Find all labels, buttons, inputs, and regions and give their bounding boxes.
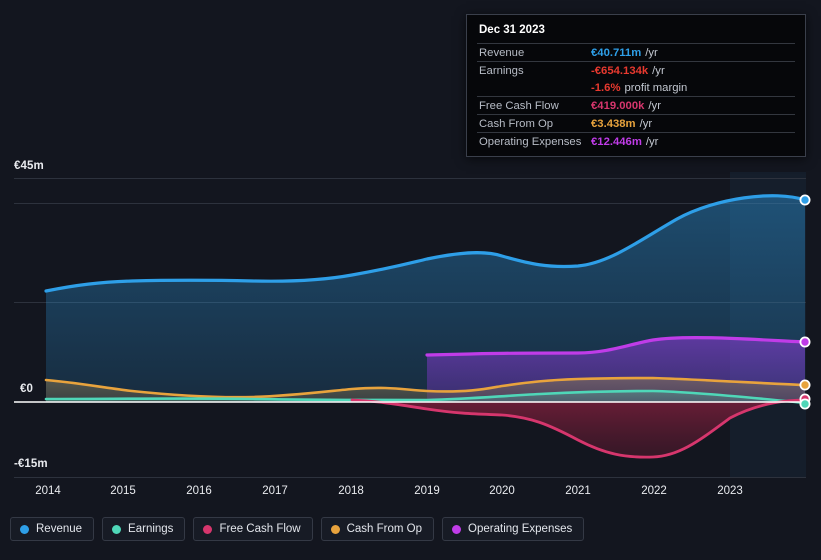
tooltip-label-cash-from-op: Cash From Op (479, 117, 554, 130)
tooltip-unit-profit-margin: profit margin (624, 81, 688, 94)
tooltip-row-revenue: Revenue €40.711m /yr (477, 43, 795, 61)
x-axis-label-2020: 2020 (489, 485, 515, 497)
legend-dot-icon-revenue (20, 524, 29, 534)
legend-item-earnings[interactable]: Earnings (102, 517, 186, 541)
tooltip-label-revenue: Revenue (479, 46, 525, 59)
legend-dot-icon-earnings (112, 524, 122, 534)
tooltip-value-profit-margin: -1.6% (591, 81, 621, 94)
x-axis-label-2018: 2018 (338, 485, 364, 497)
tooltip-unit-free-cash-flow: /yr (648, 99, 661, 112)
tooltip-label-free-cash-flow: Free Cash Flow (479, 99, 559, 112)
x-axis-label-2021: 2021 (565, 485, 591, 497)
legend-item-cash-from-op[interactable]: Cash From Op (320, 517, 435, 541)
legend-label-operating-expenses: Operating Expenses (468, 523, 573, 535)
legend-item-operating-expenses[interactable]: Operating Expenses (442, 517, 585, 541)
legend-dot-icon-operating-expenses (452, 524, 462, 534)
tooltip-unit-operating-expenses: /yr (645, 135, 659, 148)
tooltip-unit-revenue: /yr (645, 46, 658, 59)
tooltip-row-earnings: Earnings -€654.134k /yr (477, 61, 795, 79)
tooltip-unit-earnings: /yr (652, 64, 665, 77)
x-axis-label-2014: 2014 (35, 485, 61, 497)
tooltip-row-free-cash-flow: Free Cash Flow €419.000k /yr (477, 96, 795, 114)
tooltip-label-operating-expenses: Operating Expenses (479, 135, 582, 148)
legend-label-cash-from-op: Cash From Op (346, 523, 423, 535)
legend-dot-icon-cash-from-op (330, 524, 340, 534)
x-axis-label-2015: 2015 (110, 485, 136, 497)
x-axis-label-2022: 2022 (641, 485, 667, 497)
legend-label-revenue: Revenue (36, 523, 83, 535)
chart-screen: €45m €0 -€15m 2014 2015 2016 2017 2018 2… (0, 0, 821, 560)
tooltip-row-operating-expenses: Operating Expenses €12.446m /yr (477, 132, 795, 150)
x-axis-label-2017: 2017 (262, 485, 288, 497)
legend-dot-icon-free-cash-flow (203, 524, 213, 534)
x-axis-label-2023: 2023 (717, 485, 743, 497)
legend-item-free-cash-flow[interactable]: Free Cash Flow (193, 517, 313, 541)
tooltip-value-free-cash-flow: €419.000k (591, 99, 645, 112)
tooltip-value-revenue: €40.711m (591, 46, 642, 59)
tooltip-date: Dec 31 2023 (479, 24, 545, 36)
legend-label-earnings: Earnings (128, 523, 174, 535)
tooltip-row-profit-margin: -1.6% profit margin (477, 79, 795, 96)
chart-legend: Revenue Earnings Free Cash Flow Cash Fro… (10, 517, 585, 541)
legend-item-revenue[interactable]: Revenue (10, 517, 95, 541)
y-axis-label-top: €45m (14, 160, 44, 172)
legend-label-free-cash-flow: Free Cash Flow (219, 523, 301, 535)
y-axis-label-bottom: -€15m (14, 458, 48, 470)
x-axis-label-2016: 2016 (186, 485, 212, 497)
tooltip-label-earnings: Earnings (479, 64, 524, 77)
tooltip-value-cash-from-op: €3.438m (591, 117, 636, 130)
y-axis-label-zero: €0 (20, 383, 33, 395)
x-axis-label-2019: 2019 (414, 485, 440, 497)
tooltip-unit-cash-from-op: /yr (639, 117, 653, 130)
tooltip-row-cash-from-op: Cash From Op €3.438m /yr (477, 114, 795, 132)
tooltip-value-operating-expenses: €12.446m (591, 135, 642, 148)
tooltip-value-earnings: -€654.134k (591, 64, 649, 77)
chart-tooltip: Dec 31 2023 Revenue €40.711m /yr Earning… (466, 14, 806, 157)
